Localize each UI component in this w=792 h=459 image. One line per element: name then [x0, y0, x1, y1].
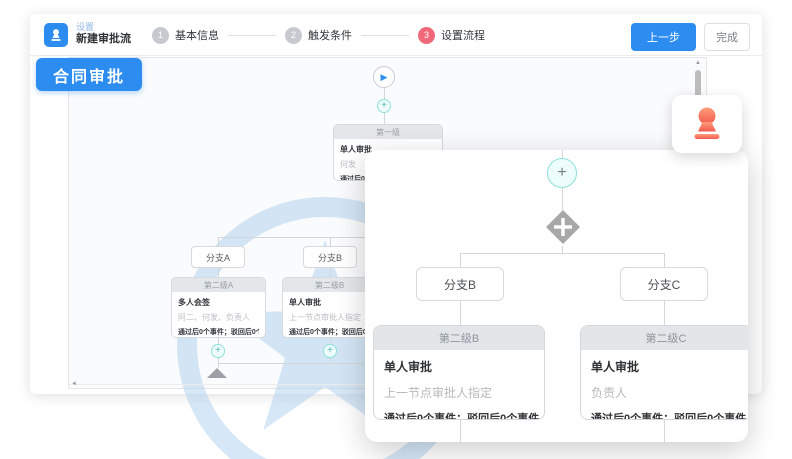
approver-name: 负责人 — [591, 384, 741, 401]
step-trigger-condition[interactable]: 2 触发条件 — [285, 27, 352, 44]
branch-split-line — [460, 253, 664, 254]
approver-names: 阿二、何发、负责人 — [178, 312, 259, 323]
connector-line — [664, 420, 665, 442]
step-set-process[interactable]: 3 设置流程 — [418, 27, 485, 44]
branch-c-button[interactable]: 分支C — [620, 267, 708, 301]
step-basic-info[interactable]: 1 基本信息 — [152, 27, 219, 44]
events-summary: 通过后0个事件；驳回后0个事件 — [289, 327, 370, 337]
node-card-level2a-title: 第二级A — [172, 278, 265, 292]
step-2-circle: 2 — [285, 27, 302, 44]
page-title: 新建审批流 — [76, 33, 131, 47]
node-card-level2b-body: 单人审批 上一节点审批人指定 通过后0个事件；驳回后0个事件 — [283, 292, 376, 338]
step-2-label: 触发条件 — [308, 27, 352, 43]
node-card-level2c[interactable]: 第二级C 单人审批 负责人 通过后0个事件；驳回后0个事件 — [580, 325, 748, 420]
step-1-circle: 1 — [152, 27, 169, 44]
approval-type: 单人审批 — [289, 297, 370, 308]
connector-line — [218, 237, 219, 246]
zoom-detail-panel: + 分支B 分支C 第二级B 单人审批 上一节点审批人指定 通过后0个事件；驳回… — [365, 150, 748, 442]
app-logo-stamp-icon — [44, 23, 68, 47]
connector-line — [664, 301, 665, 325]
connector-line — [562, 246, 563, 253]
add-node-plus-icon[interactable]: + — [377, 99, 391, 113]
connector-line — [330, 268, 331, 277]
step-3-label: 设置流程 — [441, 27, 485, 43]
connector-line — [330, 237, 331, 246]
approval-type: 单人审批 — [384, 358, 534, 375]
events-summary: 通过后0个事件；驳回后0个事件 — [178, 327, 259, 337]
approval-type: 单人审批 — [591, 358, 741, 375]
connector-line — [218, 268, 219, 277]
connector-line — [664, 253, 665, 267]
events-summary: 通过后0个事件；驳回后0个事件 — [591, 410, 741, 420]
condition-diamond-add-icon[interactable] — [544, 208, 582, 246]
connector-line — [460, 301, 461, 325]
step-1-label: 基本信息 — [175, 27, 219, 43]
header-titles: 设置 新建审批流 — [76, 22, 131, 47]
node-card-level2b-body: 单人审批 上一节点审批人指定 通过后0个事件；驳回后0个事件 — [374, 350, 544, 420]
contract-approval-tag[interactable]: 合同审批 — [36, 58, 142, 91]
node-card-level2c-title: 第二级C — [581, 326, 748, 350]
node-card-level2b-title: 第二级B — [283, 278, 376, 292]
node-card-level2c-body: 单人审批 负责人 通过后0个事件；驳回后0个事件 — [581, 350, 748, 420]
step-connector — [228, 35, 276, 36]
events-summary: 通过后0个事件；驳回后0个事件 — [384, 410, 534, 420]
connector-line — [562, 188, 563, 210]
add-node-plus-icon[interactable]: + — [323, 344, 337, 358]
step-connector — [361, 35, 409, 36]
node-card-level2a-body: 多人会签 阿二、何发、负责人 通过后0个事件；驳回后0个事件 — [172, 292, 265, 338]
step-3-circle-active: 3 — [418, 27, 435, 44]
approver-rule: 上一节点审批人指定 — [384, 384, 534, 401]
node-card-level1-title: 第一级 — [334, 125, 442, 139]
merge-end-triangle — [207, 368, 227, 378]
branch-b-button[interactable]: 分支B — [416, 267, 504, 301]
branch-a-button[interactable]: 分支A — [191, 246, 245, 268]
stamp-icon — [49, 28, 63, 42]
start-node-play-icon[interactable]: ▶ — [373, 66, 395, 88]
header-actions: 上一步 完成 — [631, 23, 750, 51]
connector-line — [384, 113, 385, 124]
done-button[interactable]: 完成 — [704, 23, 750, 51]
node-card-level2b[interactable]: 第二级B 单人审批 上一节点审批人指定 通过后0个事件；驳回后0个事件 — [373, 325, 545, 420]
header-bar: 设置 新建审批流 1 基本信息 2 触发条件 3 设置流程 上一步 完成 — [30, 14, 762, 56]
stamp-icon — [689, 106, 725, 142]
scroll-up-icon[interactable]: ▲ — [695, 60, 701, 66]
connector-line — [384, 88, 385, 99]
add-node-plus-icon[interactable]: + — [211, 344, 225, 358]
node-card-level2b[interactable]: 第二级B 单人审批 上一节点审批人指定 通过后0个事件；驳回后0个事件 — [282, 277, 377, 338]
previous-step-button[interactable]: 上一步 — [631, 23, 696, 51]
connector-line — [460, 420, 461, 442]
node-card-level2a[interactable]: 第二级A 多人会签 阿二、何发、负责人 通过后0个事件；驳回后0个事件 — [171, 277, 266, 338]
connector-line — [460, 253, 461, 267]
scroll-left-icon[interactable]: ◄ — [71, 381, 77, 387]
add-node-plus-icon[interactable]: + — [547, 158, 577, 188]
header-subtitle: 设置 — [76, 22, 131, 33]
connector-line — [562, 150, 563, 158]
vertical-scrollbar-thumb[interactable] — [695, 70, 701, 98]
approval-type: 多人会签 — [178, 297, 259, 308]
node-card-level2b-title: 第二级B — [374, 326, 544, 350]
step-wizard: 1 基本信息 2 触发条件 3 设置流程 — [152, 14, 485, 56]
branch-b-button[interactable]: 分支B — [303, 246, 357, 268]
approver-rule: 上一节点审批人指定 — [289, 312, 370, 323]
stamp-card[interactable] — [672, 95, 742, 153]
